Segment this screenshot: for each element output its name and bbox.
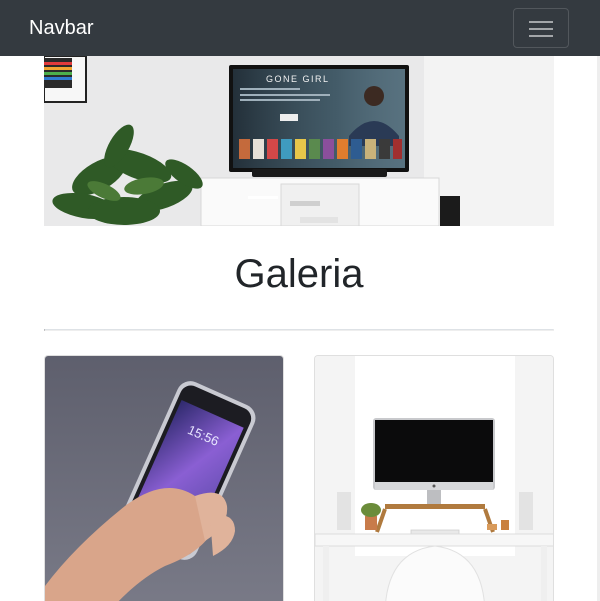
hero-carousel-image: GONE GIRL xyxy=(44,56,554,226)
navbar-brand[interactable]: Navbar xyxy=(29,14,93,42)
divider xyxy=(44,329,554,331)
carousel-indicator-active[interactable] xyxy=(248,196,278,199)
gallery-card-desk[interactable] xyxy=(314,355,554,601)
tv-screen-title: GONE GIRL xyxy=(266,74,330,84)
navbar-toggler-button[interactable] xyxy=(513,8,569,48)
page-title: Galeria xyxy=(234,252,364,296)
navbar: Navbar xyxy=(0,0,600,56)
gallery-card-phone[interactable]: 15:56 xyxy=(44,355,284,601)
